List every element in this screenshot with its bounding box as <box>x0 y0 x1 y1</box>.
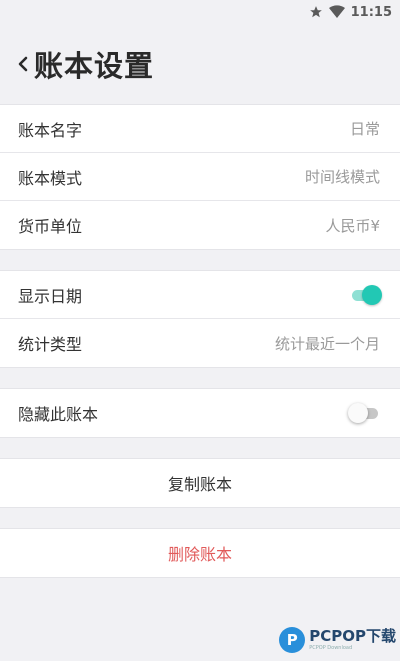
page-title: 账本设置 <box>34 49 155 83</box>
show-date-toggle[interactable] <box>350 284 382 305</box>
watermark-logo: P <box>279 627 306 653</box>
stat-type-label: 统计类型 <box>18 335 83 354</box>
star-icon <box>309 5 323 19</box>
book-mode-value: 时间线模式 <box>304 168 380 186</box>
toggle-knob <box>362 284 382 305</box>
hide-book-row: 隐藏此账本 <box>0 389 400 437</box>
watermark: P PCPOP下载 PCPOP Download <box>279 627 396 653</box>
header: 账本设置 <box>0 24 400 104</box>
book-mode-label: 账本模式 <box>18 168 83 188</box>
wifi-icon <box>328 5 345 19</box>
hide-book-label: 隐藏此账本 <box>18 405 99 424</box>
watermark-main: PCPOP下载 <box>309 627 396 645</box>
book-mode-row[interactable]: 账本模式 时间线模式 <box>0 153 400 201</box>
book-name-row[interactable]: 账本名字 日常 <box>0 105 400 153</box>
currency-label: 货币单位 <box>18 217 83 236</box>
show-date-label: 显示日期 <box>18 286 83 306</box>
chevron-left-icon[interactable] <box>16 54 30 74</box>
display-settings-group: 显示日期 统计类型 统计最近一个月 <box>0 270 400 368</box>
hide-book-toggle[interactable] <box>348 403 380 423</box>
delete-group: 删除账本 <box>0 528 400 578</box>
show-date-row: 显示日期 <box>0 271 400 319</box>
currency-value: 人民币¥ <box>325 216 380 235</box>
delete-book-label: 删除账本 <box>167 545 232 564</box>
currency-row[interactable]: 货币单位 人民币¥ <box>0 201 400 249</box>
stat-type-row[interactable]: 统计类型 统计最近一个月 <box>0 319 400 367</box>
copy-book-button[interactable]: 复制账本 <box>0 459 400 507</box>
basic-settings-group: 账本名字 日常 账本模式 时间线模式 货币单位 人民币¥ <box>0 104 400 250</box>
delete-book-button[interactable]: 删除账本 <box>0 529 400 577</box>
status-bar: 11:15 <box>0 0 400 24</box>
stat-type-value: 统计最近一个月 <box>274 334 380 353</box>
book-name-label: 账本名字 <box>18 120 83 140</box>
privacy-settings-group: 隐藏此账本 <box>0 388 400 438</box>
copy-book-label: 复制账本 <box>167 475 232 494</box>
watermark-sub: PCPOP Download <box>309 645 353 651</box>
watermark-text: PCPOP下载 PCPOP Download <box>309 629 396 651</box>
status-time: 11:15 <box>350 4 392 20</box>
copy-group: 复制账本 <box>0 458 400 508</box>
toggle-knob <box>348 403 368 423</box>
book-name-value: 日常 <box>349 120 380 138</box>
